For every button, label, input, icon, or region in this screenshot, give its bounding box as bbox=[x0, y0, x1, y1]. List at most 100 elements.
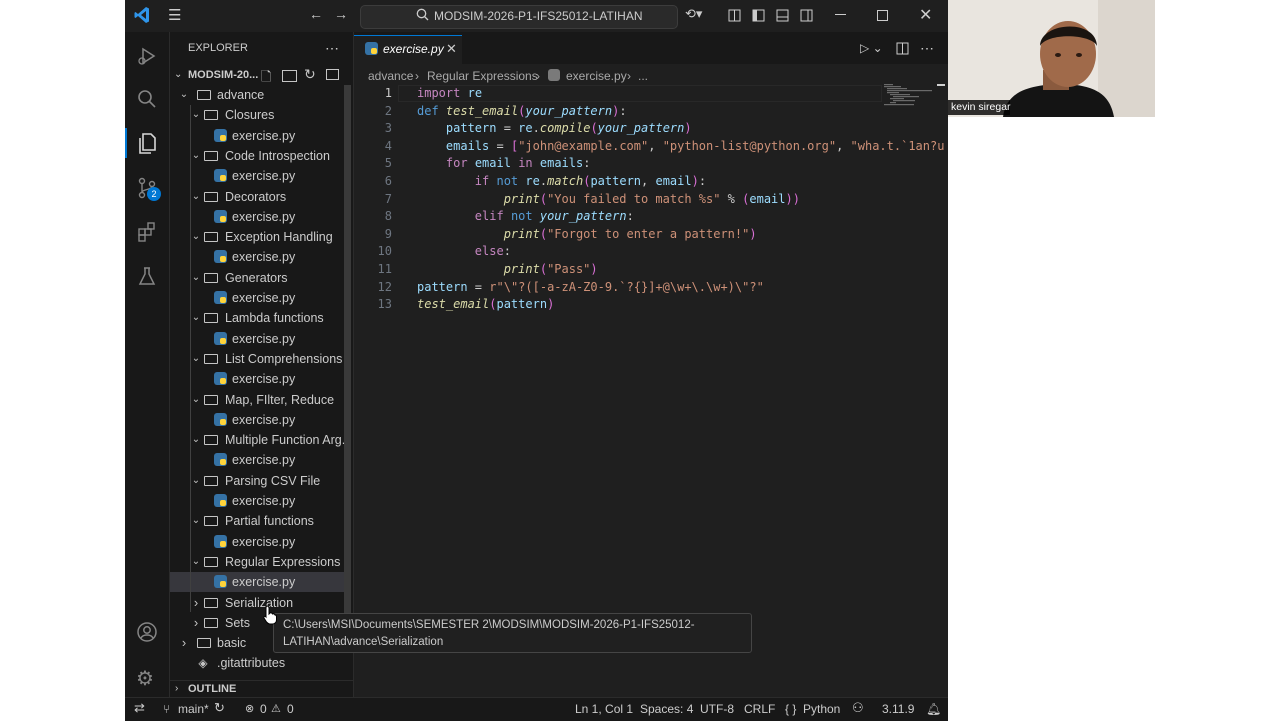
language-mode[interactable]: Python bbox=[803, 702, 840, 716]
file-exercise-py[interactable]: exercise.py bbox=[170, 288, 346, 308]
toggle-sidebar-icon[interactable] bbox=[752, 9, 765, 25]
close-tab-icon[interactable]: ✕ bbox=[446, 41, 457, 57]
remote-indicator-icon[interactable]: ⇄ bbox=[134, 700, 145, 716]
run-python-icon[interactable]: ▷ ⌄ bbox=[860, 41, 883, 55]
file-gitattributes[interactable]: ◈ .gitattributes bbox=[170, 653, 346, 673]
folder-lambda-functions[interactable]: ⌄ Lambda functions bbox=[170, 308, 346, 328]
editor-more-icon[interactable]: ⋯ bbox=[920, 40, 934, 57]
file-exercise-py[interactable]: exercise.py bbox=[170, 410, 346, 430]
code-line[interactable]: else: bbox=[417, 244, 511, 258]
warning-count[interactable]: 0 bbox=[287, 702, 294, 716]
folder-partial-functions[interactable]: ⌄ Partial functions bbox=[170, 511, 346, 531]
close-icon[interactable]: ✕ bbox=[919, 5, 932, 25]
run-debug-icon[interactable] bbox=[136, 45, 158, 70]
file-exercise-py[interactable]: exercise.py bbox=[170, 126, 346, 146]
chevron-down-icon[interactable]: ⌄ bbox=[190, 552, 202, 572]
chevron-down-icon[interactable]: ⌄ bbox=[190, 105, 202, 125]
breadcrumb-file[interactable]: exercise.py bbox=[566, 69, 627, 83]
chevron-right-icon[interactable]: › bbox=[178, 633, 190, 653]
code-line[interactable]: for email in emails: bbox=[417, 156, 591, 170]
python-version[interactable]: 3.11.9 bbox=[882, 702, 914, 716]
chevron-down-icon[interactable]: ⌄ bbox=[190, 390, 202, 410]
chevron-down-icon[interactable]: ⌄ bbox=[190, 430, 202, 450]
code-line[interactable]: pattern = re.compile(your_pattern) bbox=[417, 121, 692, 135]
outline-section[interactable]: OUTLINE bbox=[188, 683, 236, 695]
chevron-down-icon[interactable]: ⌄ bbox=[190, 268, 202, 288]
chevron-down-icon[interactable]: ⌄ bbox=[190, 349, 202, 369]
chevron-down-icon[interactable]: ⌄ bbox=[190, 511, 202, 531]
chevron-down-icon[interactable]: ⌄ bbox=[190, 187, 202, 207]
toggle-secondary-sidebar-icon[interactable] bbox=[800, 9, 813, 25]
code-line[interactable]: print("Pass") bbox=[417, 262, 598, 276]
collapse-all-icon[interactable] bbox=[326, 69, 339, 80]
file-exercise-py[interactable]: exercise.py bbox=[170, 572, 346, 593]
copilot-icon[interactable]: ⟲▾ bbox=[685, 6, 702, 22]
notifications-bell-icon[interactable]: 🔔︎ bbox=[926, 702, 941, 716]
chevron-down-icon[interactable]: ⌄ bbox=[190, 227, 202, 247]
chevron-right-icon[interactable]: › bbox=[190, 593, 202, 613]
maximize-icon[interactable] bbox=[877, 10, 888, 21]
explorer-icon[interactable] bbox=[136, 131, 158, 158]
indentation[interactable]: Spaces: 4 bbox=[640, 702, 693, 716]
code-line[interactable]: emails = ["john@example.com", "python-li… bbox=[417, 139, 945, 153]
code-line[interactable]: elif not your_pattern: bbox=[417, 209, 634, 223]
encoding[interactable]: UTF-8 bbox=[700, 702, 734, 716]
folder-list-comprehensions[interactable]: ⌄ List Comprehensions bbox=[170, 349, 346, 369]
cursor-position[interactable]: Ln 1, Col 1 bbox=[575, 702, 633, 716]
chevron-down-icon[interactable]: ⌄ bbox=[190, 308, 202, 328]
menu-icon[interactable]: ☰ bbox=[168, 6, 181, 24]
more-actions-icon[interactable]: ⋯ bbox=[325, 40, 339, 57]
file-exercise-py[interactable]: exercise.py bbox=[170, 450, 346, 470]
file-exercise-py[interactable]: exercise.py bbox=[170, 247, 346, 267]
folder-closures[interactable]: ⌄ Closures bbox=[170, 105, 346, 125]
search-icon[interactable] bbox=[136, 88, 158, 113]
chevron-down-icon[interactable]: ⌄ bbox=[190, 471, 202, 491]
file-exercise-py[interactable]: exercise.py bbox=[170, 329, 346, 349]
code-line[interactable]: test_email(pattern) bbox=[417, 297, 554, 311]
chevron-down-icon[interactable]: ⌄ bbox=[190, 146, 202, 166]
workspace-title[interactable]: MODSIM-20... bbox=[188, 69, 258, 81]
code-line[interactable]: if not re.match(pattern, email): bbox=[417, 174, 706, 188]
folder-decorators[interactable]: ⌄ Decorators bbox=[170, 187, 346, 207]
error-count[interactable]: 0 bbox=[260, 702, 267, 716]
sidebar-scrollbar[interactable] bbox=[344, 85, 351, 613]
folder-generators[interactable]: ⌄ Generators bbox=[170, 268, 346, 288]
code-line[interactable]: import re bbox=[417, 86, 482, 100]
minimize-icon[interactable] bbox=[835, 14, 846, 15]
folder-parsing-csv-file[interactable]: ⌄ Parsing CSV File bbox=[170, 471, 346, 491]
code-line[interactable]: def test_email(your_pattern): bbox=[417, 104, 627, 118]
forward-arrow-icon[interactable]: → bbox=[334, 6, 348, 22]
toggle-panel-icon[interactable] bbox=[776, 9, 789, 25]
refresh-icon[interactable]: ↻ bbox=[304, 66, 316, 83]
breadcrumb-advance[interactable]: advance bbox=[368, 69, 413, 83]
breadcrumb-regular-expressions[interactable]: Regular Expressions bbox=[427, 69, 538, 83]
chevron-down-icon[interactable]: ⌄ bbox=[178, 85, 190, 105]
copilot-status-icon[interactable]: ⚇ bbox=[852, 700, 864, 716]
folder-serialization[interactable]: › Serialization bbox=[170, 593, 346, 613]
extensions-icon[interactable] bbox=[136, 221, 158, 246]
layout-icon[interactable] bbox=[728, 9, 741, 25]
folder-regular-expressions[interactable]: ⌄ Regular Expressions bbox=[170, 552, 346, 572]
sync-icon[interactable]: ↻ bbox=[214, 700, 225, 716]
folder-map-filter-reduce[interactable]: ⌄ Map, FIlter, Reduce bbox=[170, 390, 346, 410]
folder-exception-handling[interactable]: ⌄ Exception Handling bbox=[170, 227, 346, 247]
chevron-down-icon[interactable]: ⌄ bbox=[174, 69, 182, 80]
chevron-right-icon[interactable]: › bbox=[190, 613, 202, 633]
account-icon[interactable] bbox=[136, 621, 158, 646]
split-editor-icon[interactable] bbox=[896, 42, 909, 58]
code-line[interactable]: print("Forgot to enter a pattern!") bbox=[417, 227, 757, 241]
file-exercise-py[interactable]: exercise.py bbox=[170, 532, 346, 552]
file-exercise-py[interactable]: exercise.py bbox=[170, 369, 346, 389]
settings-gear-icon[interactable]: ⚙ bbox=[136, 666, 154, 691]
folder-code-introspection[interactable]: ⌄ Code Introspection bbox=[170, 146, 346, 166]
code-line[interactable]: pattern = r"\"?([-a-zA-Z0-9.`?{}]+@\w+\.… bbox=[417, 280, 764, 294]
chevron-right-icon[interactable]: › bbox=[175, 683, 178, 694]
code-line[interactable]: print("You failed to match %s" % (email)… bbox=[417, 192, 800, 206]
file-exercise-py[interactable]: exercise.py bbox=[170, 166, 346, 186]
back-arrow-icon[interactable]: ← bbox=[309, 6, 323, 22]
file-exercise-py[interactable]: exercise.py bbox=[170, 491, 346, 511]
line-ending[interactable]: CRLF bbox=[744, 702, 775, 716]
testing-icon[interactable] bbox=[136, 265, 158, 290]
breadcrumb-more[interactable]: ... bbox=[638, 69, 648, 83]
minimap[interactable] bbox=[884, 84, 934, 106]
